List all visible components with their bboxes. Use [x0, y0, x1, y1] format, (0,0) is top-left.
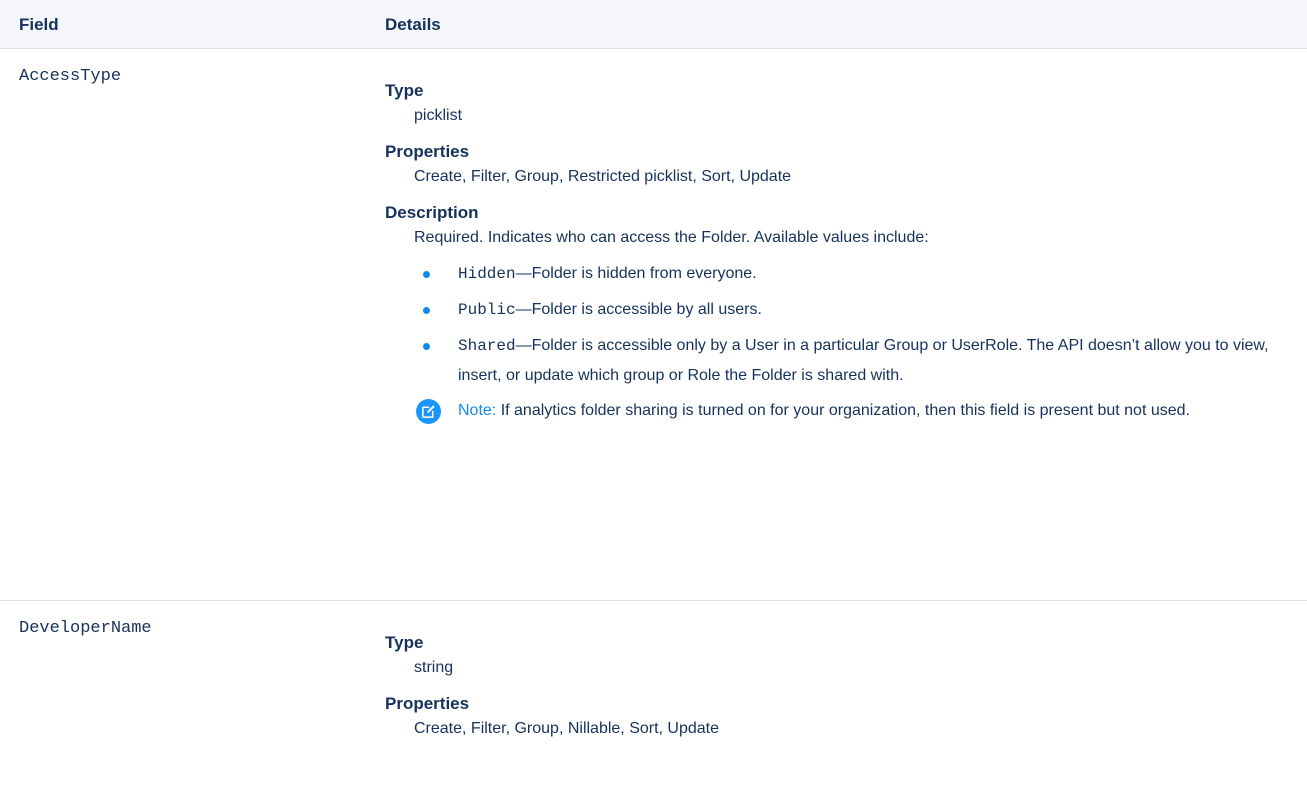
type-label: Type [385, 81, 424, 100]
description-text: Required. Indicates who can access the F… [414, 229, 929, 246]
note-label: Note: [458, 402, 497, 419]
value-code: Public [458, 301, 516, 319]
list-item: Hidden—Folder is hidden from everyone. [414, 259, 1295, 289]
table-row: AccessType Type picklist Properties Crea… [0, 49, 1307, 601]
field-table: Field Details AccessType Type picklist P… [0, 0, 1307, 801]
bullet-icon [423, 307, 430, 314]
field-name: DeveloperName [19, 619, 152, 638]
bullet-icon [423, 271, 430, 278]
list-item: Shared—Folder is accessible only by a Us… [414, 331, 1295, 390]
field-name: AccessType [19, 67, 122, 86]
value-text: —Folder is accessible only by a User in … [458, 337, 1269, 384]
type-label: Type [385, 633, 424, 652]
note-callout: Note: If analytics folder sharing is tur… [385, 396, 1295, 425]
value-code: Shared [458, 337, 516, 355]
column-header-field: Field [19, 15, 59, 34]
properties-label: Properties [385, 694, 470, 713]
description-label: Description [385, 203, 479, 222]
field-details: Type picklist Properties Create, Filter,… [385, 80, 1295, 425]
properties-value: Create, Filter, Group, Restricted pickli… [414, 168, 792, 185]
bullet-icon [423, 343, 430, 350]
list-item: Public—Folder is accessible by all users… [414, 295, 1295, 325]
value-text: —Folder is hidden from everyone. [515, 265, 757, 282]
values-list: Hidden—Folder is hidden from everyone. P… [385, 259, 1295, 390]
note-text: If analytics folder sharing is turned on… [496, 402, 1190, 419]
table-header: Field Details [0, 0, 1307, 49]
field-details: Type string Properties Create, Filter, G… [385, 632, 1295, 754]
value-text: —Folder is accessible by all users. [515, 301, 762, 318]
column-header-details: Details [385, 15, 441, 34]
edit-note-icon [416, 399, 441, 424]
type-value: string [414, 659, 454, 676]
properties-label: Properties [385, 142, 470, 161]
table-row: DeveloperName Type string Properties Cre… [0, 601, 1307, 801]
properties-value: Create, Filter, Group, Nillable, Sort, U… [414, 720, 720, 737]
value-code: Hidden [458, 265, 516, 283]
type-value: picklist [414, 107, 463, 124]
